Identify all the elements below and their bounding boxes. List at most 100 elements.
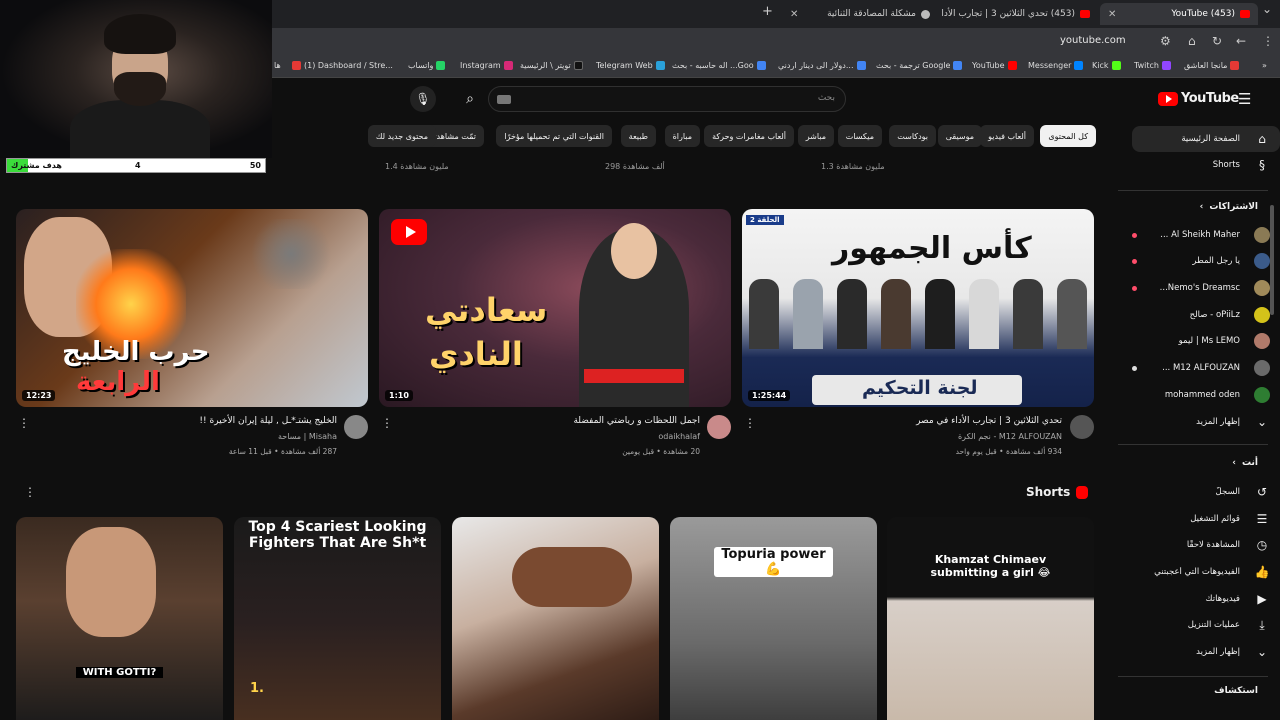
short-item[interactable] bbox=[452, 517, 659, 720]
bookmark-item[interactable]: دولار الى دينار اردني... bbox=[778, 61, 866, 70]
bookmark-item[interactable]: تويتر \ الرئيسية bbox=[520, 61, 583, 70]
short-item[interactable]: Topuria power💪 bbox=[670, 517, 877, 720]
video-menu-icon[interactable]: ⋮ bbox=[744, 416, 756, 430]
channel-avatar[interactable] bbox=[707, 415, 731, 439]
video-duration: 1:10 bbox=[385, 390, 413, 401]
sidebar-item-shorts[interactable]: § Shorts bbox=[1132, 152, 1280, 178]
video-menu-icon[interactable]: ⋮ bbox=[18, 416, 30, 430]
subscription-item[interactable]: mohammed oden bbox=[1132, 382, 1280, 408]
shorts-menu-icon[interactable]: ⋮ bbox=[24, 485, 36, 499]
previous-row-views: 1.3 مليون مشاهدة bbox=[821, 162, 885, 171]
short-item[interactable]: Khamzat Chimaev submitting a girl 😂 bbox=[887, 517, 1094, 720]
chip-music[interactable]: موسيقى bbox=[937, 125, 982, 147]
new-tab-icon[interactable]: + bbox=[762, 4, 773, 19]
video-menu-icon[interactable]: ⋮ bbox=[381, 416, 393, 430]
reload-icon[interactable]: ↻ bbox=[1212, 34, 1222, 48]
tab-youtube[interactable]: (453) YouTube ✕ bbox=[1100, 3, 1258, 25]
bookmark-item[interactable]: Kick bbox=[1092, 61, 1121, 70]
new-content-dot bbox=[1132, 285, 1137, 291]
chip-podcasts[interactable]: بودكاست bbox=[889, 125, 936, 147]
subscription-item[interactable]: Nemo's Dreamsc... bbox=[1132, 275, 1280, 301]
chip-recently-uploaded[interactable]: القنوات التي تم تحميلها مؤخرًا bbox=[496, 125, 612, 147]
chip-live[interactable]: مباشر bbox=[797, 125, 834, 147]
bookmark-label: Telegram Web bbox=[596, 61, 653, 70]
close-tab-icon[interactable]: ✕ bbox=[790, 9, 798, 20]
short-item[interactable]: WITH GOTTI? bbox=[16, 517, 223, 720]
chip-new-for-you[interactable]: محتوى جديد لك bbox=[367, 125, 436, 147]
bookmark-item[interactable]: YouTube bbox=[972, 61, 1017, 70]
subscription-item[interactable]: Ms LEMO | ليمو bbox=[1132, 328, 1280, 354]
keyboard-icon[interactable] bbox=[497, 95, 511, 104]
subscription-item[interactable]: M12 ALFOUZAN ... bbox=[1132, 355, 1280, 381]
sidebar-item-playlists[interactable]: ☰ قوائم التشغيل bbox=[1132, 506, 1280, 532]
chip-match[interactable]: مباراة bbox=[664, 125, 700, 147]
bookmark-label: ترجمة - بحث Google bbox=[876, 61, 951, 70]
download-icon: ⤓ bbox=[1259, 617, 1265, 632]
you-heading[interactable]: ‹ أنت bbox=[1232, 458, 1258, 468]
hamburger-menu-icon[interactable]: ☰ bbox=[1238, 90, 1251, 108]
search-input[interactable]: بحث bbox=[488, 86, 846, 112]
sidebar-item-label: قوائم التشغيل bbox=[1190, 514, 1240, 524]
search-placeholder: بحث bbox=[817, 93, 835, 103]
search-button[interactable]: ⌕ bbox=[452, 86, 488, 112]
thumb-subtitle-text: النادي bbox=[429, 335, 523, 373]
chip-nature[interactable]: طبيعة bbox=[620, 125, 656, 147]
sidebar-item-watch-later[interactable]: ◷ المشاهدة لاحقًا bbox=[1132, 532, 1280, 558]
site-settings-icon[interactable]: ⚙ bbox=[1160, 34, 1171, 48]
sidebar-item-home[interactable]: ⌂ الصفحة الرئيسية bbox=[1132, 126, 1280, 152]
video-title[interactable]: اجمل اللحظات و رياضتي المفضلة bbox=[573, 416, 700, 426]
subscription-item[interactable]: يا رجل المطر bbox=[1132, 248, 1280, 274]
video-channel[interactable]: odaikhalaf bbox=[658, 432, 700, 441]
bookmark-item[interactable]: (1) Dashboard / Stre... bbox=[292, 61, 393, 70]
bookmark-item[interactable]: ها bbox=[274, 61, 281, 70]
voice-search-button[interactable]: 🎙 bbox=[410, 86, 436, 112]
video-channel[interactable]: M12 ALFOUZAN - نجم الكرة bbox=[958, 432, 1062, 441]
history-icon: ↺ bbox=[1256, 485, 1268, 499]
channel-avatar[interactable] bbox=[344, 415, 368, 439]
bookmark-item[interactable]: Twitch bbox=[1134, 61, 1171, 70]
bookmark-item[interactable]: Telegram Web bbox=[596, 61, 665, 70]
bookmark-item[interactable]: Instagram bbox=[460, 61, 513, 70]
bookmark-item[interactable]: مانجا العاشق bbox=[1184, 61, 1240, 70]
url-field[interactable]: youtube.com bbox=[1060, 35, 1126, 46]
streamer-beard bbox=[114, 72, 166, 106]
sidebar-item-history[interactable]: ↺ السجلّ bbox=[1132, 479, 1280, 505]
bookmark-item[interactable]: ترجمة - بحث Google bbox=[876, 61, 963, 70]
chip-action-adventure[interactable]: ألعاب مغامرات وحركة bbox=[704, 125, 794, 147]
chip-video-games[interactable]: ألعاب فيديو bbox=[980, 125, 1034, 147]
video-meta: 20 مشاهدة • قبل يومين bbox=[622, 447, 700, 456]
subscriptions-heading[interactable]: ‹ الاشتراكات bbox=[1200, 202, 1258, 212]
tab-challenge-video[interactable]: (453) تحدي الثلاثين 3 | تجارب الأدا ✕ bbox=[940, 3, 1098, 25]
video-channel[interactable]: Misaha | مساحة bbox=[278, 432, 337, 441]
tab-two-factor[interactable]: مشكلة المصادقة الثنائية ✕ bbox=[782, 3, 938, 25]
menu-dots-icon[interactable]: ⋮ bbox=[1262, 34, 1274, 48]
video-title[interactable]: تحدي الثلاثين 3 | تجارب الأداء في مصر bbox=[916, 416, 1062, 426]
bookmark-item[interactable]: Messenger bbox=[1028, 61, 1084, 70]
short-item[interactable]: Top 4 Scariest Looking Fighters That Are… bbox=[234, 517, 441, 720]
sidebar-item-your-videos[interactable]: ▶ فيديوهاتك bbox=[1132, 586, 1280, 612]
sidebar-show-more[interactable]: ⌄ إظهار المزيد bbox=[1132, 639, 1280, 665]
subscription-item[interactable]: oPiiLz - صالح bbox=[1132, 302, 1280, 328]
subscription-item[interactable]: Al Sheikh Maher ... bbox=[1132, 222, 1280, 248]
shorts-icon: § bbox=[1259, 158, 1265, 172]
channel-avatar[interactable] bbox=[1070, 415, 1094, 439]
back-icon[interactable]: ← bbox=[1236, 34, 1246, 48]
bookmark-item[interactable]: اله حاسبه - بحث ...Goo bbox=[672, 61, 766, 70]
bookmark-item[interactable]: واتساب bbox=[408, 61, 446, 70]
youtube-logo[interactable]: YouTube bbox=[1158, 91, 1239, 106]
close-tab-icon[interactable]: ✕ bbox=[1108, 9, 1116, 20]
video-thumbnail[interactable]: حرب الخليج الرابعة 12:23 bbox=[16, 209, 368, 407]
sidebar-item-downloads[interactable]: ⤓ عمليات التنزيل bbox=[1132, 612, 1280, 638]
chip-mixes[interactable]: ميكسات bbox=[837, 125, 882, 147]
video-thumbnail[interactable]: 2 الحلقة كأس الجمهور لجنة التحكيم 1:25:4… bbox=[742, 209, 1094, 407]
chip-all[interactable]: كل المحتوى bbox=[1040, 125, 1096, 147]
sidebar-scrollbar[interactable] bbox=[1270, 205, 1274, 315]
short-caption: Khamzat Chimaev submitting a girl 😂 bbox=[930, 553, 1051, 579]
sidebar-show-more[interactable]: ⌄ إظهار المزيد bbox=[1132, 409, 1280, 435]
video-title[interactable]: الخليج يشتـ*ـل , ليلة إيران الأخيرة !! bbox=[199, 416, 337, 426]
bookmark-more-icon[interactable]: » bbox=[1262, 61, 1267, 70]
video-thumbnail[interactable]: سعادتي النادي 1:10 bbox=[379, 209, 731, 407]
sidebar-item-liked[interactable]: 👍 الفيديوهات التي أعجبتني bbox=[1132, 559, 1280, 585]
home-icon[interactable]: ⌂ bbox=[1188, 34, 1196, 48]
minimize-icon[interactable]: ⌄ bbox=[1262, 2, 1272, 16]
